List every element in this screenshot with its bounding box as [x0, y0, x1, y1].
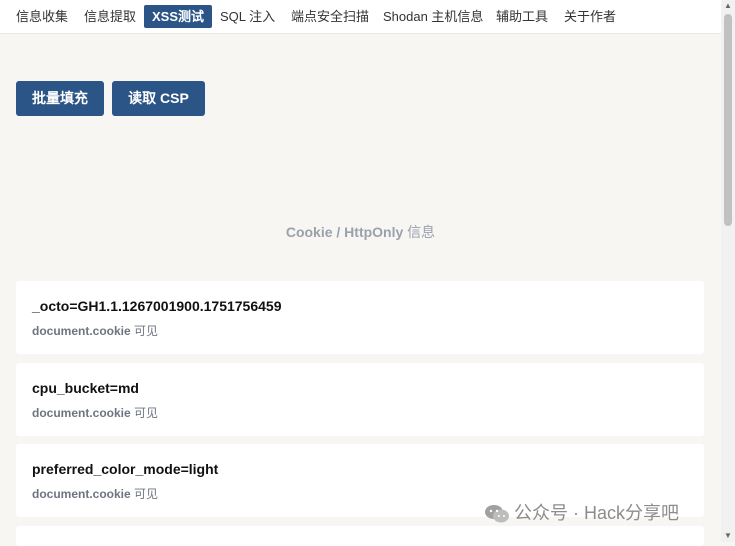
tab-sql-injection[interactable]: SQL 注入: [220, 5, 275, 28]
watermark-text: 公众号 · Hack分享吧: [514, 503, 680, 523]
cookie-status: 可见: [134, 324, 159, 338]
cookie-name: cpu_bucket=md: [32, 380, 139, 396]
scrollbar-thumb[interactable]: [724, 14, 732, 226]
scroll-down-arrow-icon[interactable]: ▼: [721, 530, 735, 542]
tab-xss-test[interactable]: XSS测试: [144, 5, 213, 28]
tab-endpoint-scan[interactable]: 端点安全扫描: [291, 5, 369, 28]
tab-tools[interactable]: 辅助工具: [496, 5, 548, 28]
cookie-name: preferred_color_mode=light: [32, 461, 219, 477]
cookie-source: document.cookie: [32, 324, 131, 338]
cookie-meta: document.cookie 可见: [32, 485, 158, 502]
cookie-section-title-strong: Cookie / HttpOnly: [285, 224, 404, 240]
cookie-card-partial: [16, 526, 704, 546]
cookie-name: _octo=GH1.1.1267001900.1751756459: [32, 298, 282, 314]
cookie-section-title-rest: 信息: [407, 224, 436, 240]
cookie-section-title: Cookie / HttpOnly 信息: [0, 222, 721, 242]
tab-shodan[interactable]: Shodan 主机信息: [383, 5, 483, 28]
cookie-source: document.cookie: [32, 487, 131, 501]
read-csp-button[interactable]: 读取 CSP: [112, 81, 205, 116]
batch-fill-button[interactable]: 批量填充: [16, 81, 104, 116]
watermark: 公众号 · Hack分享吧: [484, 500, 679, 526]
vertical-scrollbar[interactable]: ▲ ▼: [721, 0, 735, 542]
cookie-card: _octo=GH1.1.1267001900.1751756459 docume…: [16, 281, 704, 354]
wechat-icon: [484, 504, 510, 524]
top-nav: 信息收集 信息提取 XSS测试 SQL 注入 端点安全扫描 Shodan 主机信…: [0, 0, 721, 34]
tab-info-collect[interactable]: 信息收集: [16, 5, 68, 28]
cookie-meta: document.cookie 可见: [32, 322, 158, 339]
tab-info-extract[interactable]: 信息提取: [84, 5, 136, 28]
cookie-status: 可见: [134, 487, 159, 501]
cookie-status: 可见: [134, 406, 159, 420]
cookie-card: cpu_bucket=md document.cookie 可见: [16, 363, 704, 436]
cookie-source: document.cookie: [32, 406, 131, 420]
cookie-meta: document.cookie 可见: [32, 404, 158, 421]
scroll-up-arrow-icon[interactable]: ▲: [721, 0, 735, 12]
tab-about[interactable]: 关于作者: [564, 5, 616, 28]
